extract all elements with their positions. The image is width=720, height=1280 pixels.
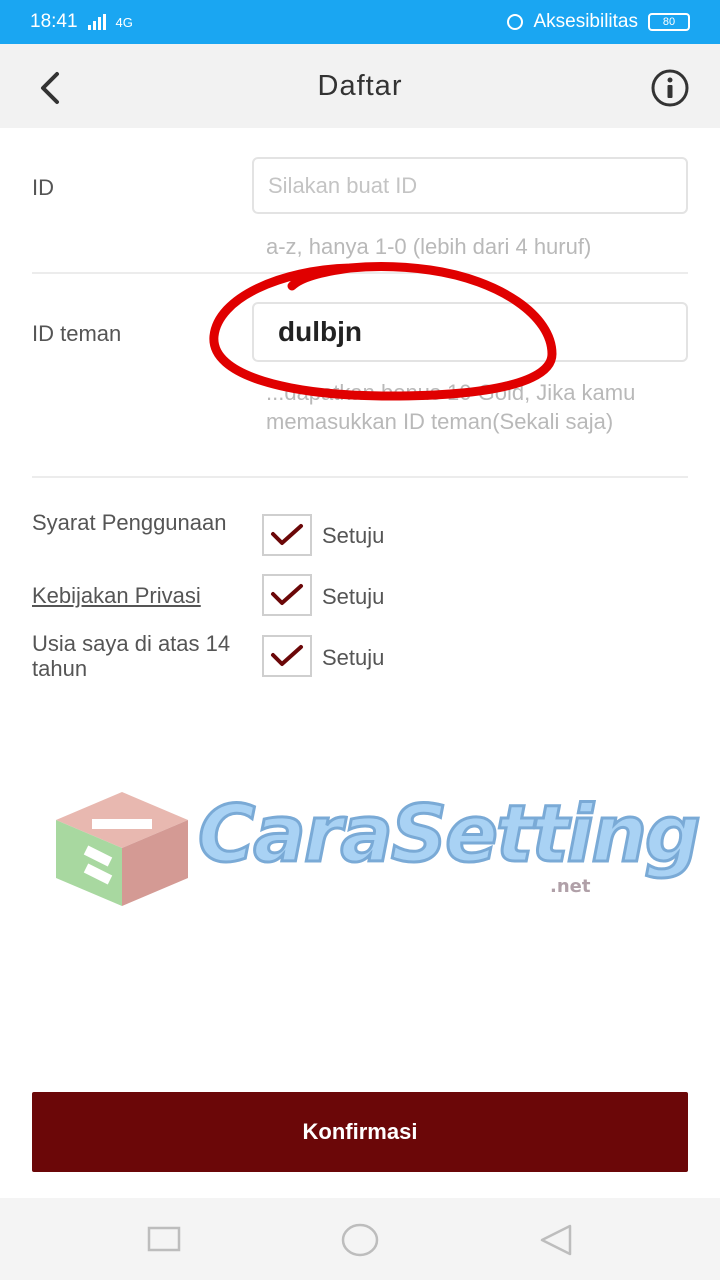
chevron-left-icon bbox=[41, 72, 59, 104]
friend-id-label: ID teman bbox=[32, 321, 122, 346]
nav-bar bbox=[0, 1198, 720, 1280]
terms-agree-text: Setuju bbox=[322, 523, 385, 548]
status-bar: 18:41 4G Aksesibilitas 80 bbox=[0, 0, 720, 44]
accessibility-label: Aksesibilitas bbox=[533, 11, 638, 32]
back-nav-button[interactable] bbox=[536, 1220, 576, 1260]
status-right: Aksesibilitas 80 bbox=[507, 11, 690, 33]
agreement-label-age: Usia saya di atas 14 tahun bbox=[32, 631, 231, 681]
divider bbox=[32, 476, 688, 478]
watermark-sub: .net bbox=[550, 876, 591, 897]
agreement-label-terms: Syarat Penggunaan bbox=[32, 510, 227, 535]
watermark-text: CaraSetting bbox=[197, 789, 703, 882]
watermark: CaraSetting .net bbox=[52, 788, 702, 913]
battery-icon: 80 bbox=[648, 13, 690, 31]
terms-checkbox[interactable] bbox=[262, 514, 312, 556]
alarm-icon bbox=[507, 14, 524, 30]
status-left: 18:41 4G bbox=[30, 11, 133, 33]
age-checkbox[interactable] bbox=[262, 635, 312, 677]
agreement-label-privacy[interactable]: Kebijakan Privasi bbox=[32, 583, 252, 608]
checkmark-icon bbox=[271, 584, 303, 605]
home-button[interactable] bbox=[340, 1220, 380, 1260]
id-input[interactable] bbox=[252, 157, 688, 214]
checkmark-icon bbox=[271, 645, 303, 666]
status-time: 18:41 bbox=[30, 11, 78, 32]
privacy-agree-text: Setuju bbox=[322, 584, 385, 609]
info-button[interactable] bbox=[650, 68, 690, 108]
circle-icon bbox=[341, 1223, 379, 1257]
triangle-back-icon bbox=[540, 1224, 572, 1256]
cube-logo-icon bbox=[56, 792, 188, 906]
app-bar: Daftar bbox=[0, 44, 720, 128]
age-agree-text: Setuju bbox=[322, 645, 385, 670]
friend-id-input[interactable] bbox=[252, 302, 688, 362]
id-label: ID bbox=[32, 175, 54, 200]
battery-level: 80 bbox=[662, 16, 676, 28]
friend-id-hint: ...dapatkan bonus 10 Gold, Jika kamu mem… bbox=[266, 380, 636, 434]
checkmark-icon bbox=[271, 524, 303, 545]
signal-icon bbox=[87, 14, 106, 30]
back-button[interactable] bbox=[30, 68, 70, 108]
page-title: Daftar bbox=[317, 69, 403, 102]
network-type: 4G bbox=[115, 14, 133, 30]
recent-apps-button[interactable] bbox=[144, 1220, 184, 1260]
privacy-checkbox[interactable] bbox=[262, 574, 312, 616]
divider bbox=[32, 272, 688, 274]
square-icon bbox=[147, 1226, 181, 1252]
info-icon bbox=[651, 69, 689, 107]
id-hint: a-z, hanya 1-0 (lebih dari 4 huruf) bbox=[266, 234, 592, 259]
confirm-button[interactable]: Konfirmasi bbox=[32, 1092, 688, 1172]
